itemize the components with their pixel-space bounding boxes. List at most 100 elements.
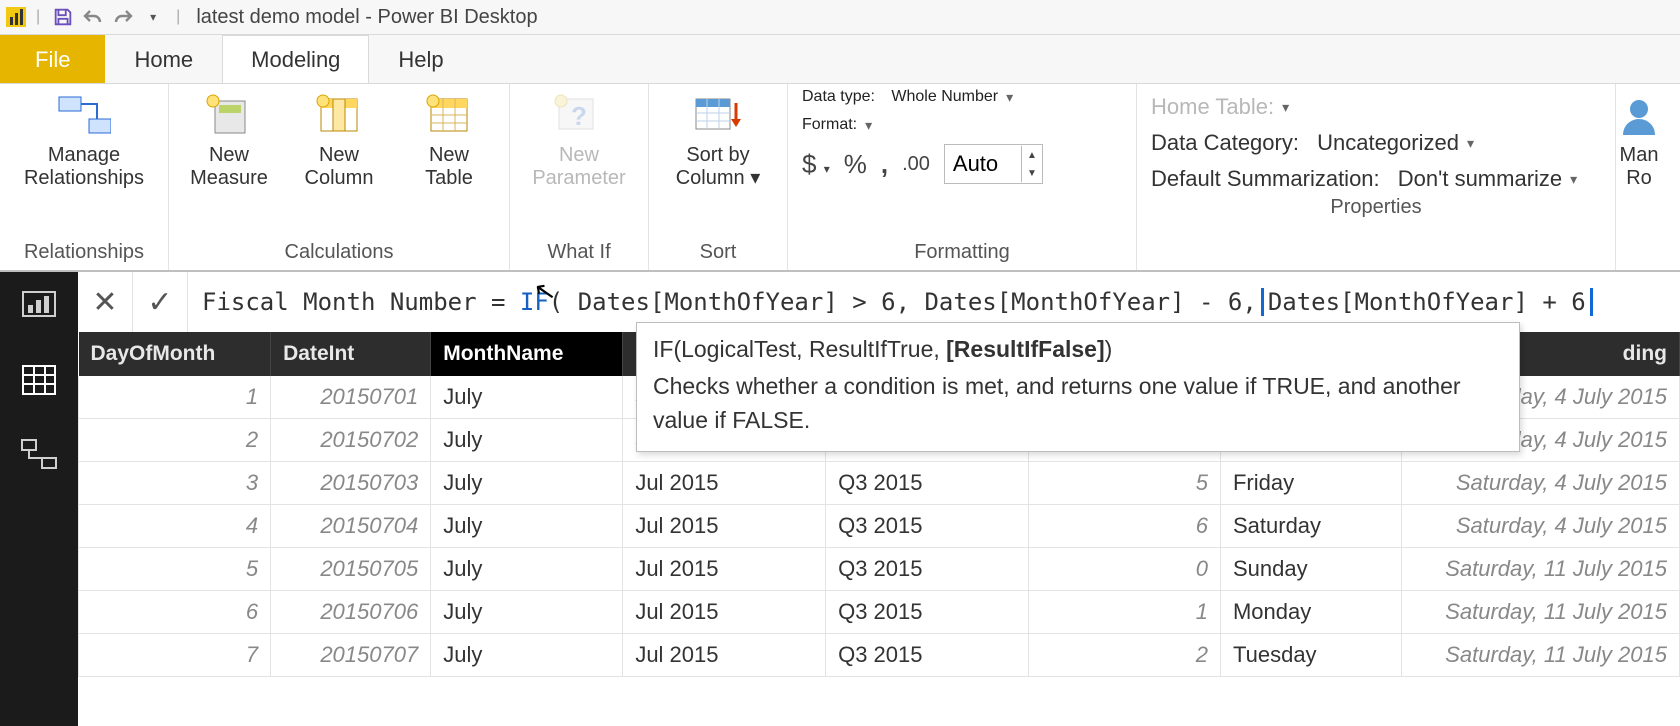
cell-dayofmonth: 5 <box>79 548 271 591</box>
cell-monthyear: Jul 2015 <box>623 591 826 634</box>
cell-weekday: Friday <box>1220 462 1401 505</box>
decimals-stepper[interactable]: ▲▼ <box>944 144 1043 184</box>
table-row[interactable]: 520150705JulyJul 2015Q3 20150SundaySatur… <box>79 548 1680 591</box>
window-title: latest demo model - Power BI Desktop <box>196 6 537 29</box>
cell-dayofmonth: 7 <box>79 634 271 677</box>
group-label: What If <box>524 237 634 270</box>
ribbon-tabstrip: File Home Modeling Help <box>0 35 1680 83</box>
label: Data Category: <box>1151 130 1299 156</box>
cell-dayofmonth: 4 <box>79 505 271 548</box>
tab-home[interactable]: Home <box>105 35 222 83</box>
redo-button[interactable] <box>110 4 136 30</box>
save-button[interactable] <box>50 4 76 30</box>
sort-by-column-button[interactable]: Sort by Column ▾ <box>663 88 773 190</box>
qat-customize[interactable]: ▾ <box>140 4 166 30</box>
sort-icon <box>691 92 745 138</box>
tab-modeling[interactable]: Modeling <box>222 35 369 83</box>
roles-icon <box>1616 92 1666 138</box>
titlebar: | ▾ | latest demo model - Power BI Deskt… <box>0 0 1680 35</box>
cell-monthyear: Jul 2015 <box>623 548 826 591</box>
ribbon-group-calculations: New Measure New Column New Table Calcula… <box>169 84 510 270</box>
cell-weekending: Saturday, 11 July 2015 <box>1402 634 1680 677</box>
format-dropdown[interactable]: Format: ▾ <box>802 116 872 134</box>
value: Uncategorized <box>1317 130 1459 156</box>
data-type-dropdown[interactable]: Data type: Whole Number ▾ <box>802 88 1013 106</box>
formula-highlight: Dates[MonthOfYear] + 6 <box>1261 288 1593 316</box>
table-row[interactable]: 420150704JulyJul 2015Q3 20156SaturdaySat… <box>79 505 1680 548</box>
new-table-button[interactable]: New Table <box>403 88 495 190</box>
default-summarization-dropdown[interactable]: Default Summarization: Don't summarize ▾ <box>1151 166 1601 192</box>
data-view-button[interactable] <box>19 360 59 400</box>
cell-monthname: July <box>431 505 623 548</box>
cell-dayofmonth: 1 <box>79 376 271 419</box>
group-label: Sort <box>663 237 773 270</box>
col-dayofmonth[interactable]: DayOfMonth <box>79 332 271 376</box>
value: Whole Number <box>891 88 998 106</box>
chevron-down-icon: ▾ <box>1570 171 1577 188</box>
label: Default Summarization: <box>1151 166 1380 192</box>
tooltip-description: Checks whether a condition is met, and r… <box>653 370 1503 437</box>
thousands-button[interactable]: , <box>881 149 888 180</box>
formula-body: ( Dates[MonthOfYear] > 6, Dates[MonthOfY… <box>549 288 1257 316</box>
label: Home Table: <box>1151 94 1274 120</box>
cell-quarteryear: Q3 2015 <box>826 634 1029 677</box>
cell-dayofweek: 1 <box>1028 591 1220 634</box>
cell-dayofmonth: 3 <box>79 462 271 505</box>
cell-monthyear: Jul 2015 <box>623 634 826 677</box>
manage-relationships-button[interactable]: Manage Relationships <box>14 88 154 190</box>
col-monthname[interactable]: MonthName <box>431 332 623 376</box>
label: Manage Relationships <box>24 144 144 190</box>
home-table-dropdown[interactable]: Home Table: ▾ <box>1151 94 1601 120</box>
formula-input[interactable]: Fiscal Month Number = IF( Dates[MonthOfY… <box>188 288 1680 316</box>
cell-monthname: July <box>431 548 623 591</box>
table-row[interactable]: 720150707JulyJul 2015Q3 20152TuesdaySatu… <box>79 634 1680 677</box>
new-parameter-button: ? New Parameter <box>524 88 634 190</box>
cell-quarteryear: Q3 2015 <box>826 548 1029 591</box>
cell-monthname: July <box>431 376 623 419</box>
new-measure-button[interactable]: New Measure <box>183 88 275 190</box>
step-down[interactable]: ▼ <box>1022 164 1042 182</box>
view-switcher <box>0 272 78 726</box>
manage-roles-button[interactable]: Man Ro <box>1616 88 1666 190</box>
col-dateint[interactable]: DateInt <box>271 332 431 376</box>
svg-text:?: ? <box>571 101 587 131</box>
tab-file[interactable]: File <box>0 35 105 83</box>
label: New Table <box>425 144 473 190</box>
step-up[interactable]: ▲ <box>1022 146 1042 164</box>
parameter-icon: ? <box>552 92 606 138</box>
label: New Parameter <box>532 144 625 190</box>
cell-dayofmonth: 6 <box>79 591 271 634</box>
cell-dateint: 20150701 <box>271 376 431 419</box>
cell-quarteryear: Q3 2015 <box>826 462 1029 505</box>
ribbon-group-whatif: ? New Parameter What If <box>510 84 649 270</box>
chevron-down-icon: ▾ <box>1282 99 1289 116</box>
table-row[interactable]: 320150703JulyJul 2015Q3 20155FridaySatur… <box>79 462 1680 505</box>
formula-commit-button[interactable]: ✓ <box>133 272 188 332</box>
undo-button[interactable] <box>80 4 106 30</box>
chevron-down-icon: ▾ <box>865 117 872 134</box>
app-icon <box>6 7 26 27</box>
report-view-button[interactable] <box>19 286 59 326</box>
data-category-dropdown[interactable]: Data Category: Uncategorized ▾ <box>1151 130 1601 156</box>
cell-monthname: July <box>431 591 623 634</box>
cell-dateint: 20150704 <box>271 505 431 548</box>
currency-button[interactable]: $ ▾ <box>802 149 830 180</box>
percent-button[interactable]: % <box>844 149 867 180</box>
format-controls: $ ▾ % , .00 ▲▼ <box>802 144 1043 184</box>
group-label: Relationships <box>14 237 154 270</box>
tab-help[interactable]: Help <box>369 35 472 83</box>
cell-dateint: 20150702 <box>271 419 431 462</box>
decimals-input[interactable] <box>945 145 1021 183</box>
model-view-button[interactable] <box>19 434 59 474</box>
cell-monthname: July <box>431 419 623 462</box>
cell-weekday: Sunday <box>1220 548 1401 591</box>
decimals-icon: .00 <box>902 153 930 176</box>
group-label: Formatting <box>802 237 1122 270</box>
cell-dateint: 20150703 <box>271 462 431 505</box>
chevron-down-icon: ▾ <box>1467 135 1474 152</box>
new-column-button[interactable]: New Column <box>293 88 385 190</box>
cell-dayofweek: 5 <box>1028 462 1220 505</box>
formula-cancel-button[interactable]: ✕ <box>78 272 133 332</box>
measure-icon <box>202 92 256 138</box>
table-row[interactable]: 620150706JulyJul 2015Q3 20151MondaySatur… <box>79 591 1680 634</box>
